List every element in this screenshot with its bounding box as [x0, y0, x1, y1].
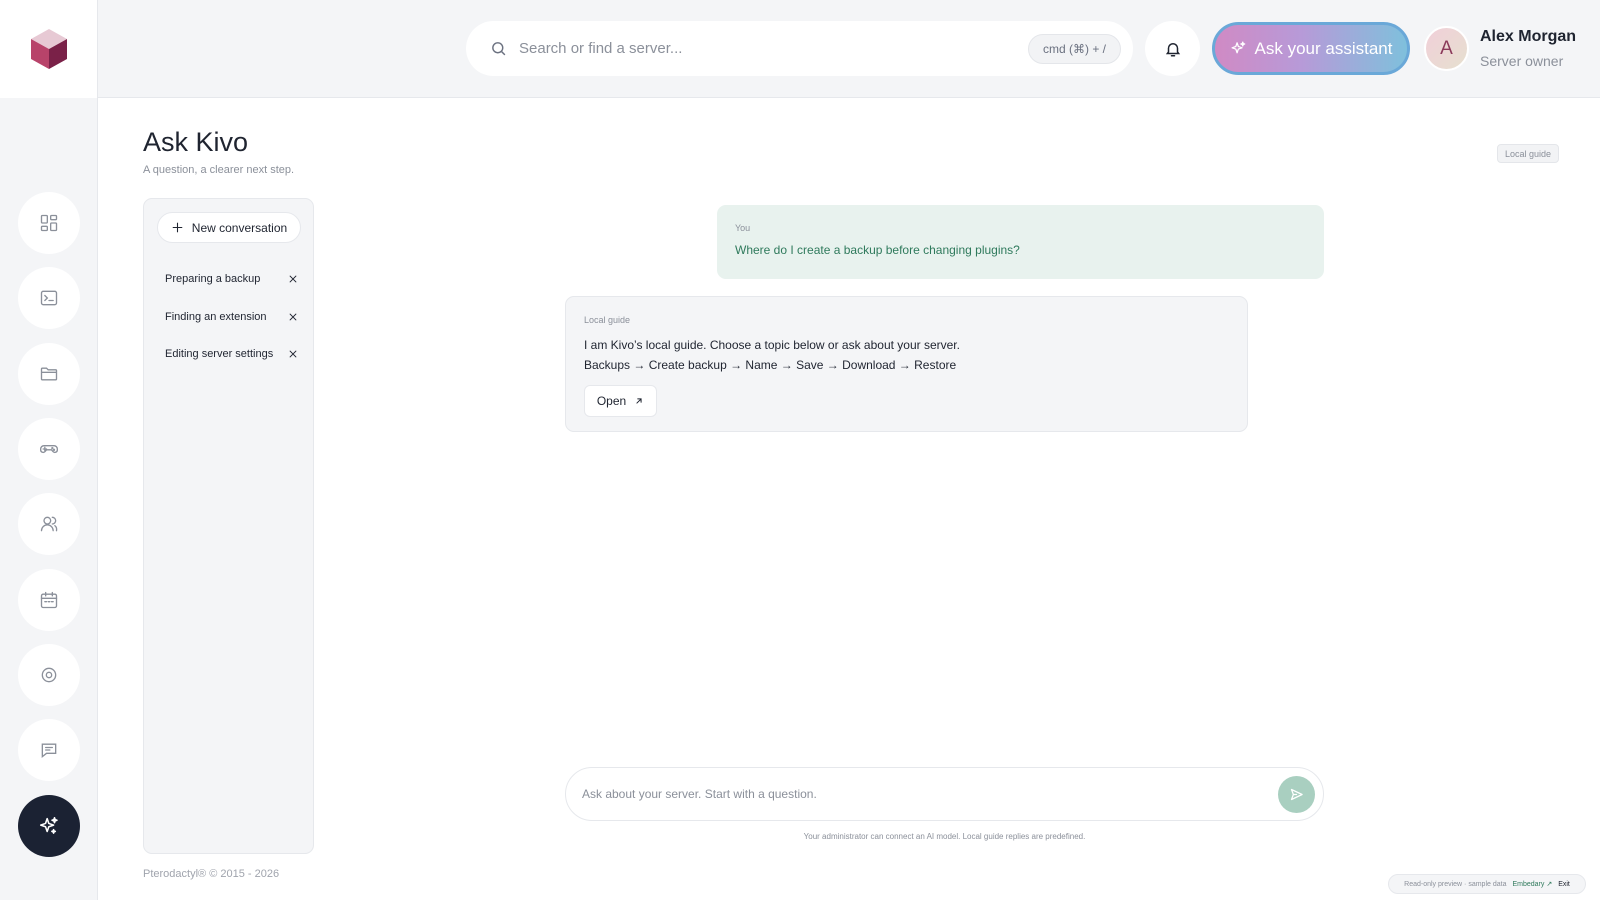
message-text: Where do I create a backup before changi… — [735, 243, 1020, 257]
terminal-icon — [40, 290, 58, 306]
local-guide-badge: Local guide — [1497, 144, 1560, 163]
embedary-link[interactable]: Embedary ↗ — [1512, 880, 1552, 888]
avatar[interactable]: A — [1424, 26, 1469, 71]
bell-icon — [1165, 42, 1180, 56]
sidebar-item-schedules[interactable] — [18, 569, 80, 631]
notifications-button[interactable] — [1145, 21, 1200, 76]
exit-preview-button[interactable]: Exit — [1558, 881, 1570, 888]
assistant-message: Local guide I am Kivo’s local guide. Cho… — [565, 296, 1248, 432]
new-conversation-button[interactable]: New conversation — [157, 212, 301, 243]
open-button[interactable]: Open — [584, 385, 657, 417]
message-text: I am Kivo’s local guide. Choose a topic … — [584, 335, 1229, 375]
external-link-icon — [636, 398, 642, 404]
sidebar-item-settings[interactable] — [18, 644, 80, 706]
sidebar-item-files[interactable] — [18, 343, 80, 405]
preview-text: Read-only preview · sample data — [1404, 880, 1507, 888]
message-author: You — [735, 223, 751, 233]
conversation-label: Preparing a backup — [165, 273, 261, 285]
conversation-panel: New conversation Preparing a backup Find… — [143, 198, 314, 854]
message-line: I am Kivo’s local guide. Choose a topic … — [584, 338, 960, 352]
page-title: Ask Kivo — [143, 127, 249, 157]
send-icon — [1290, 788, 1303, 800]
sidebar-item-dashboard[interactable] — [18, 192, 80, 254]
chat-icon — [41, 743, 57, 759]
sidebar-item-users[interactable] — [18, 493, 80, 555]
preview-bar: Read-only preview · sample data Embedary… — [1388, 874, 1586, 894]
sidebar-item-support[interactable] — [18, 719, 80, 781]
message-input[interactable] — [582, 787, 1278, 801]
sidebar — [0, 98, 98, 900]
conversation-label: Finding an extension — [165, 311, 267, 323]
sidebar-item-assistant[interactable] — [18, 795, 80, 857]
users-icon — [40, 516, 58, 532]
copyright-text: Pterodactyl® © 2015 - 2026 — [143, 868, 280, 880]
delete-conversation-button[interactable] — [288, 274, 298, 284]
sidebar-item-game[interactable] — [18, 418, 80, 480]
dashboard-icon — [40, 214, 58, 232]
plus-icon — [172, 222, 183, 233]
top-bar: cmd (⌘) + / Ask your assistant A Alex Mo… — [0, 0, 1600, 98]
delete-conversation-button[interactable] — [288, 312, 298, 322]
sparkles-icon — [39, 816, 58, 834]
close-icon — [289, 313, 297, 321]
message-line: Backups → Create backup → Name → Save → … — [584, 358, 957, 372]
conversation-item[interactable]: Finding an extension — [151, 302, 306, 332]
conversation-item[interactable]: Preparing a backup — [151, 264, 306, 294]
delete-conversation-button[interactable] — [288, 349, 298, 359]
conversation-item[interactable]: Editing server settings — [151, 339, 306, 369]
conversation-label: Editing server settings — [165, 348, 274, 360]
gamepad-icon — [39, 445, 59, 454]
calendar-icon — [40, 591, 58, 609]
ask-assistant-label: Ask your assistant — [1254, 38, 1393, 58]
user-message: You Where do I create a backup before ch… — [717, 205, 1324, 279]
sidebar-item-console[interactable] — [18, 267, 80, 329]
folder-icon — [40, 367, 58, 381]
close-icon — [289, 275, 297, 283]
user-name: Alex Morgan — [1480, 28, 1577, 45]
open-label: Open — [596, 394, 627, 408]
search-input[interactable] — [519, 40, 1028, 57]
logo[interactable] — [0, 0, 98, 98]
ask-assistant-button[interactable]: Ask your assistant — [1212, 22, 1410, 75]
search-icon — [492, 42, 506, 56]
send-button[interactable] — [1278, 775, 1315, 813]
sparkles-icon — [1231, 41, 1245, 54]
kivo-logo-icon — [30, 29, 67, 69]
message-composer[interactable] — [565, 767, 1324, 821]
settings-icon — [41, 667, 57, 683]
search-bar[interactable]: cmd (⌘) + / — [466, 21, 1133, 76]
message-author: Local guide — [584, 315, 631, 325]
user-role: Server owner — [1480, 53, 1564, 69]
new-conversation-label: New conversation — [191, 220, 288, 235]
search-shortcut-badge: cmd (⌘) + / — [1027, 33, 1121, 64]
close-icon — [289, 350, 297, 358]
page-subtitle: A question, a clearer next step. — [143, 164, 295, 176]
composer-note: Your administrator can connect an AI mod… — [803, 832, 1086, 841]
